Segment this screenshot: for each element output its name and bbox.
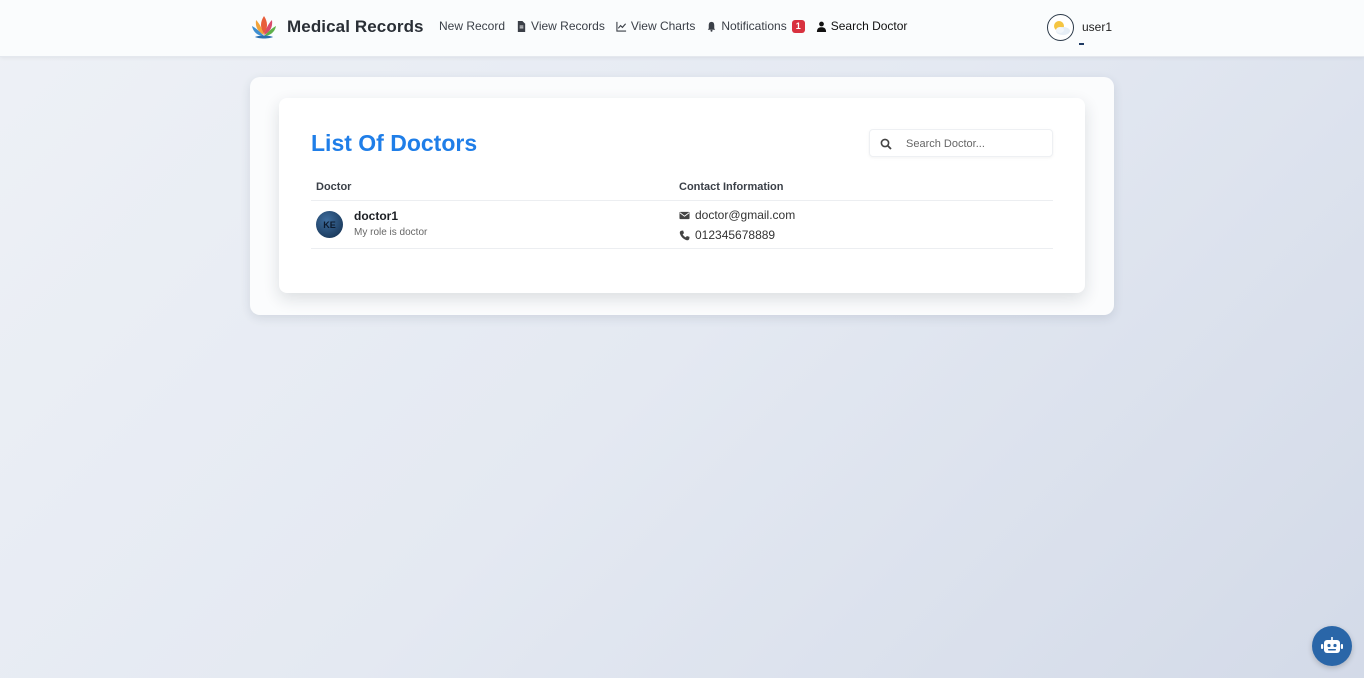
column-header-doctor: Doctor bbox=[316, 181, 352, 193]
nav-label: Search Doctor bbox=[830, 19, 908, 33]
column-header-contact: Contact Information bbox=[679, 181, 784, 193]
phone-text: 012345678889 bbox=[695, 228, 776, 242]
table-row[interactable]: KE doctor1 My role is doctor doctor@gmai… bbox=[311, 201, 1053, 249]
doctor-initials: KE bbox=[323, 219, 336, 230]
nav-label: View Charts bbox=[630, 19, 696, 33]
nav-links: New Record View Records View Charts Noti… bbox=[439, 19, 918, 33]
page-container: List Of Doctors Doctor Contact Informati… bbox=[250, 77, 1114, 315]
user-icon bbox=[816, 21, 826, 32]
doctor-role: My role is doctor bbox=[354, 227, 428, 238]
user-name: user1 bbox=[1082, 20, 1113, 34]
chart-line-icon bbox=[616, 21, 626, 32]
doctor-name: doctor1 bbox=[354, 209, 399, 223]
nav-view-charts[interactable]: View Charts bbox=[616, 19, 695, 33]
user-avatar[interactable] bbox=[1047, 14, 1074, 41]
search-box bbox=[869, 129, 1053, 157]
nav-new-record[interactable]: New Record bbox=[439, 19, 505, 33]
nav-notifications[interactable]: Notifications 1 bbox=[706, 19, 805, 33]
nav-label: View Records bbox=[531, 19, 605, 33]
email-text: doctor@gmail.com bbox=[695, 208, 796, 222]
weather-avatar-icon bbox=[1054, 21, 1070, 35]
nav-label: New Record bbox=[439, 19, 506, 33]
file-icon bbox=[517, 20, 526, 32]
top-navbar: Medical Records New Record View Records … bbox=[0, 0, 1364, 57]
user-menu[interactable]: user1 bbox=[1047, 14, 1113, 45]
doctor-avatar: KE bbox=[316, 211, 343, 238]
doctors-card: List Of Doctors Doctor Contact Informati… bbox=[279, 98, 1085, 293]
nav-view-records[interactable]: View Records bbox=[516, 19, 605, 33]
nav-label: Notifications bbox=[721, 19, 787, 33]
contact-phone[interactable]: 012345678889 bbox=[679, 228, 775, 242]
doctors-table: Doctor Contact Information KE doctor1 My… bbox=[311, 176, 1053, 249]
envelope-icon bbox=[679, 211, 690, 219]
search-input[interactable] bbox=[906, 134, 1046, 154]
table-header: Doctor Contact Information bbox=[311, 176, 1053, 201]
phone-icon bbox=[679, 229, 690, 240]
notification-count-badge: 1 bbox=[791, 19, 805, 33]
bell-icon bbox=[708, 21, 716, 32]
chatbot-button[interactable] bbox=[1312, 626, 1352, 666]
nav-search-doctor[interactable]: Search Doctor bbox=[816, 19, 908, 33]
page-title: List Of Doctors bbox=[311, 130, 478, 156]
search-icon bbox=[880, 138, 892, 150]
contact-email[interactable]: doctor@gmail.com bbox=[679, 208, 795, 222]
dropdown-indicator[interactable] bbox=[1079, 43, 1084, 45]
brand[interactable]: Medical Records bbox=[250, 12, 424, 42]
robot-icon bbox=[1321, 637, 1343, 653]
lotus-logo-icon bbox=[252, 16, 276, 39]
app-title: Medical Records bbox=[287, 17, 424, 36]
